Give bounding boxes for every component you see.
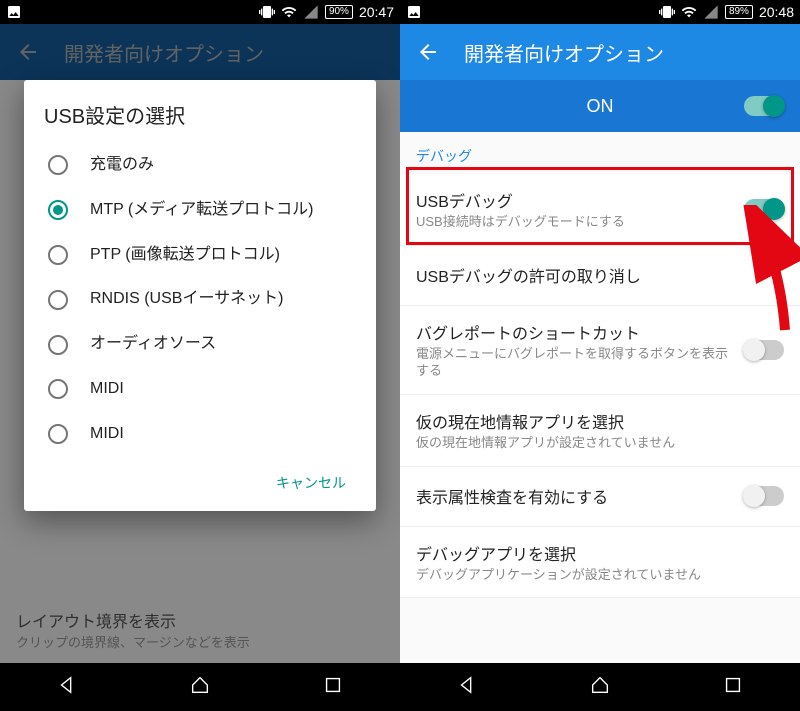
section-header: デバッグ bbox=[400, 132, 800, 174]
settings-item[interactable]: USBデバッグ USB接続時はデバッグモードにする bbox=[400, 174, 800, 246]
radio-option[interactable]: オーディオソース bbox=[44, 322, 356, 367]
radio-icon[interactable] bbox=[48, 245, 68, 265]
item-title: USBデバッグの許可の取り消し bbox=[416, 263, 776, 287]
usb-config-dialog: USB設定の選択 充電のみ MTP (メディア転送プロトコル) PTP (画像転送プ… bbox=[24, 80, 376, 511]
settings-item[interactable]: デバッグアプリを選択デバッグアプリケーションが設定されていません bbox=[400, 527, 800, 599]
toggle-switch[interactable] bbox=[744, 486, 784, 506]
radio-option[interactable]: MIDI bbox=[44, 412, 356, 457]
toggle-switch[interactable] bbox=[744, 199, 784, 219]
master-switch-label: ON bbox=[456, 96, 744, 117]
radio-label: MIDI bbox=[90, 379, 124, 400]
dialog-title: USB設定の選択 bbox=[44, 100, 356, 129]
wifi-icon bbox=[281, 4, 297, 20]
item-title: バグレポートのショートカット bbox=[416, 320, 736, 344]
vibrate-icon bbox=[259, 4, 275, 20]
toggle-switch[interactable] bbox=[744, 340, 784, 360]
clock: 20:47 bbox=[359, 4, 394, 20]
radio-icon[interactable] bbox=[48, 200, 68, 220]
right-pane: 89% 20:48 開発者向けオプション ON デバッグ USBデバッグ USB接… bbox=[400, 0, 800, 711]
radio-icon[interactable] bbox=[48, 424, 68, 444]
radio-option[interactable]: PTP (画像転送プロトコル) bbox=[44, 233, 356, 278]
signal-icon bbox=[703, 4, 719, 20]
settings-item[interactable]: バグレポートのショートカット電源メニューにバグレポートを取得するボタンを表示する bbox=[400, 306, 800, 395]
battery-badge: 89% bbox=[725, 5, 753, 19]
status-bar: 89% 20:48 bbox=[400, 0, 800, 24]
settings-item[interactable]: 表示属性検査を有効にする bbox=[400, 467, 800, 527]
radio-option[interactable]: 充電のみ bbox=[44, 143, 356, 188]
radio-icon[interactable] bbox=[48, 290, 68, 310]
battery-badge: 90% bbox=[325, 5, 353, 19]
nav-recent-icon[interactable] bbox=[722, 674, 744, 701]
navigation-bar bbox=[0, 663, 400, 711]
radio-icon[interactable] bbox=[48, 335, 68, 355]
nav-home-icon[interactable] bbox=[189, 674, 211, 701]
nav-back-icon[interactable] bbox=[456, 674, 478, 701]
radio-label: MTP (メディア転送プロトコル) bbox=[90, 200, 313, 221]
item-subtitle: 仮の現在地情報アプリが設定されていません bbox=[416, 435, 776, 452]
item-title: 表示属性検査を有効にする bbox=[416, 484, 736, 508]
radio-label: 充電のみ bbox=[90, 155, 154, 176]
nav-recent-icon[interactable] bbox=[322, 674, 344, 701]
navigation-bar bbox=[400, 663, 800, 711]
signal-icon bbox=[303, 4, 319, 20]
status-bar: 90% 20:47 bbox=[0, 0, 400, 24]
item-title: 仮の現在地情報アプリを選択 bbox=[416, 409, 776, 433]
cancel-button[interactable]: キャンセル bbox=[266, 465, 356, 501]
item-subtitle: 電源メニューにバグレポートを取得するボタンを表示する bbox=[416, 346, 736, 380]
app-bar-title: 開発者向けオプション bbox=[464, 38, 664, 67]
radio-option[interactable]: MTP (メディア転送プロトコル) bbox=[44, 188, 356, 233]
item-title: デバッグアプリを選択 bbox=[416, 541, 776, 565]
radio-option[interactable]: RNDIS (USBイーサネット) bbox=[44, 277, 356, 322]
item-subtitle: デバッグアプリケーションが設定されていません bbox=[416, 567, 776, 584]
wifi-icon bbox=[681, 4, 697, 20]
image-icon bbox=[6, 4, 22, 20]
radio-label: オーディオソース bbox=[90, 334, 216, 355]
settings-item[interactable]: 仮の現在地情報アプリを選択仮の現在地情報アプリが設定されていません bbox=[400, 395, 800, 467]
left-pane: 90% 20:47 開発者向けオプション レイアウト境界を表示 クリップの境界線… bbox=[0, 0, 400, 711]
item-subtitle: USB接続時はデバッグモードにする bbox=[416, 214, 736, 231]
item-title: USBデバッグ bbox=[416, 188, 736, 212]
settings-item[interactable]: USBデバッグの許可の取り消し bbox=[400, 246, 800, 306]
radio-icon[interactable] bbox=[48, 379, 68, 399]
radio-label: MIDI bbox=[90, 424, 124, 445]
vibrate-icon bbox=[659, 4, 675, 20]
back-arrow-icon[interactable] bbox=[416, 40, 440, 64]
radio-icon[interactable] bbox=[48, 155, 68, 175]
radio-option[interactable]: MIDI bbox=[44, 367, 356, 412]
image-icon bbox=[406, 4, 422, 20]
radio-label: PTP (画像転送プロトコル) bbox=[90, 245, 280, 266]
radio-label: RNDIS (USBイーサネット) bbox=[90, 289, 283, 310]
master-toggle[interactable] bbox=[744, 96, 784, 116]
master-switch-row[interactable]: ON bbox=[400, 80, 800, 132]
nav-home-icon[interactable] bbox=[589, 674, 611, 701]
clock: 20:48 bbox=[759, 4, 794, 20]
app-bar: 開発者向けオプション bbox=[400, 24, 800, 80]
nav-back-icon[interactable] bbox=[56, 674, 78, 701]
